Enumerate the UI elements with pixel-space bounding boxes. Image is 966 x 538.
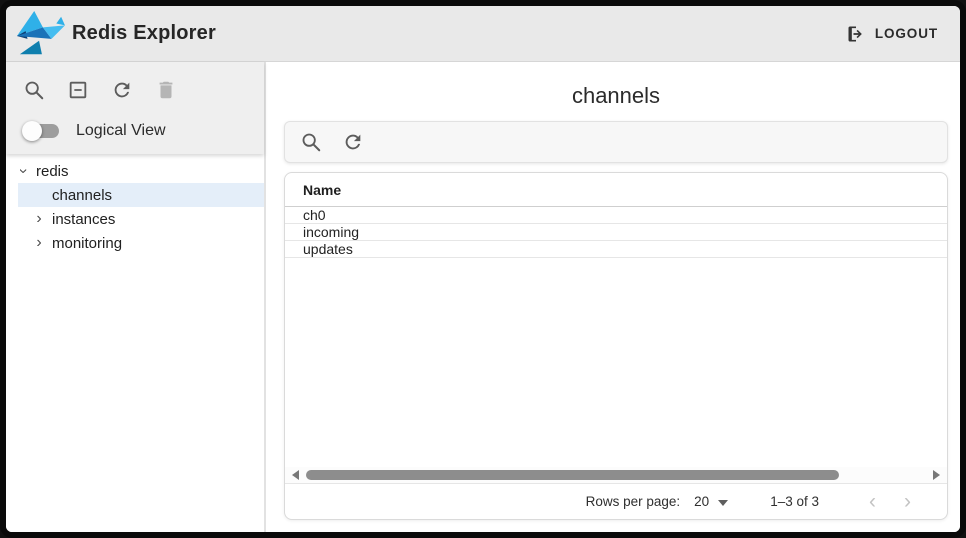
- sidebar-search-button[interactable]: [20, 76, 48, 104]
- table-cell-name: updates: [303, 241, 353, 257]
- chevron-down-icon: [718, 500, 728, 506]
- logout-icon: [846, 24, 866, 44]
- column-header-name: Name: [303, 182, 341, 198]
- horizontal-scrollbar: [285, 467, 947, 483]
- scrollbar-track[interactable]: [306, 470, 926, 480]
- tree-item-channels[interactable]: channels: [18, 183, 264, 207]
- table-header-row: Name: [285, 173, 947, 207]
- sidebar-toolbar: Logical View: [6, 62, 264, 154]
- content: Logical View ›redischannels›instances›mo…: [6, 62, 960, 532]
- tree-item-label: redis: [36, 163, 69, 180]
- tree: ›redischannels›instances›monitoring: [6, 154, 264, 255]
- refresh-icon: [342, 131, 364, 153]
- tree-item-redis[interactable]: › redis: [6, 159, 264, 183]
- scroll-right-arrow[interactable]: [933, 470, 940, 480]
- pagination-bar: Rows per page: 20 1–3 of 3 ‹ ›: [285, 483, 947, 519]
- toggle-thumb: [22, 121, 42, 141]
- rows-per-page-label: Rows per page:: [586, 494, 681, 509]
- app-title: Redis Explorer: [72, 22, 216, 45]
- app-header: Redis Explorer LOGOUT: [6, 6, 960, 62]
- delete-icon: [155, 79, 177, 101]
- tree-item-label: monitoring: [52, 235, 122, 252]
- logout-button[interactable]: LOGOUT: [842, 16, 942, 52]
- tree-item-label: channels: [52, 187, 112, 204]
- table-search-button[interactable]: [297, 128, 325, 156]
- table-row[interactable]: ch0: [285, 207, 947, 224]
- table-row[interactable]: updates: [285, 241, 947, 258]
- next-page-button[interactable]: ›: [890, 491, 925, 512]
- previous-page-button[interactable]: ‹: [855, 491, 890, 512]
- rows-per-page-select[interactable]: 20: [694, 494, 728, 509]
- table-empty-space: [285, 258, 947, 467]
- refresh-icon: [111, 79, 133, 101]
- pagination-range-label: 1–3 of 3: [770, 494, 819, 509]
- rows-per-page-value: 20: [694, 494, 709, 509]
- delete-button[interactable]: [152, 76, 180, 104]
- tree-item-instances[interactable]: ›instances: [6, 207, 264, 231]
- main-panel: channels Name ch0incom: [266, 62, 960, 532]
- logout-label: LOGOUT: [875, 26, 938, 41]
- chevron-down-icon[interactable]: ›: [15, 162, 31, 180]
- app-logo-bird-icon: [14, 11, 66, 59]
- chevron-right-icon[interactable]: ›: [30, 211, 48, 227]
- search-icon: [23, 79, 45, 101]
- collapse-all-icon: [67, 79, 89, 101]
- table-toolbar: [284, 121, 948, 163]
- logical-view-label: Logical View: [76, 122, 166, 140]
- sidebar: Logical View ›redischannels›instances›mo…: [6, 62, 266, 532]
- app-window: Redis Explorer LOGOUT: [0, 0, 966, 538]
- logical-view-toggle[interactable]: [22, 120, 62, 142]
- table-refresh-button[interactable]: [339, 128, 367, 156]
- scroll-left-arrow[interactable]: [292, 470, 299, 480]
- table-cell-name: incoming: [303, 224, 359, 240]
- tree-item-monitoring[interactable]: ›monitoring: [6, 231, 264, 255]
- chevron-right-icon[interactable]: ›: [30, 235, 48, 251]
- logical-view-row: Logical View: [6, 112, 264, 144]
- table-body: ch0incomingupdates: [285, 207, 947, 258]
- search-icon: [300, 131, 322, 153]
- sidebar-refresh-button[interactable]: [108, 76, 136, 104]
- table-row[interactable]: incoming: [285, 224, 947, 241]
- sidebar-tool-row: [6, 74, 264, 112]
- page-title: channels: [284, 83, 948, 109]
- table-cell-name: ch0: [303, 207, 326, 223]
- tree-item-label: instances: [52, 211, 115, 228]
- collapse-all-button[interactable]: [64, 76, 92, 104]
- table-card: Name ch0incomingupdates Rows per page: 2…: [284, 172, 948, 520]
- scrollbar-thumb[interactable]: [306, 470, 839, 480]
